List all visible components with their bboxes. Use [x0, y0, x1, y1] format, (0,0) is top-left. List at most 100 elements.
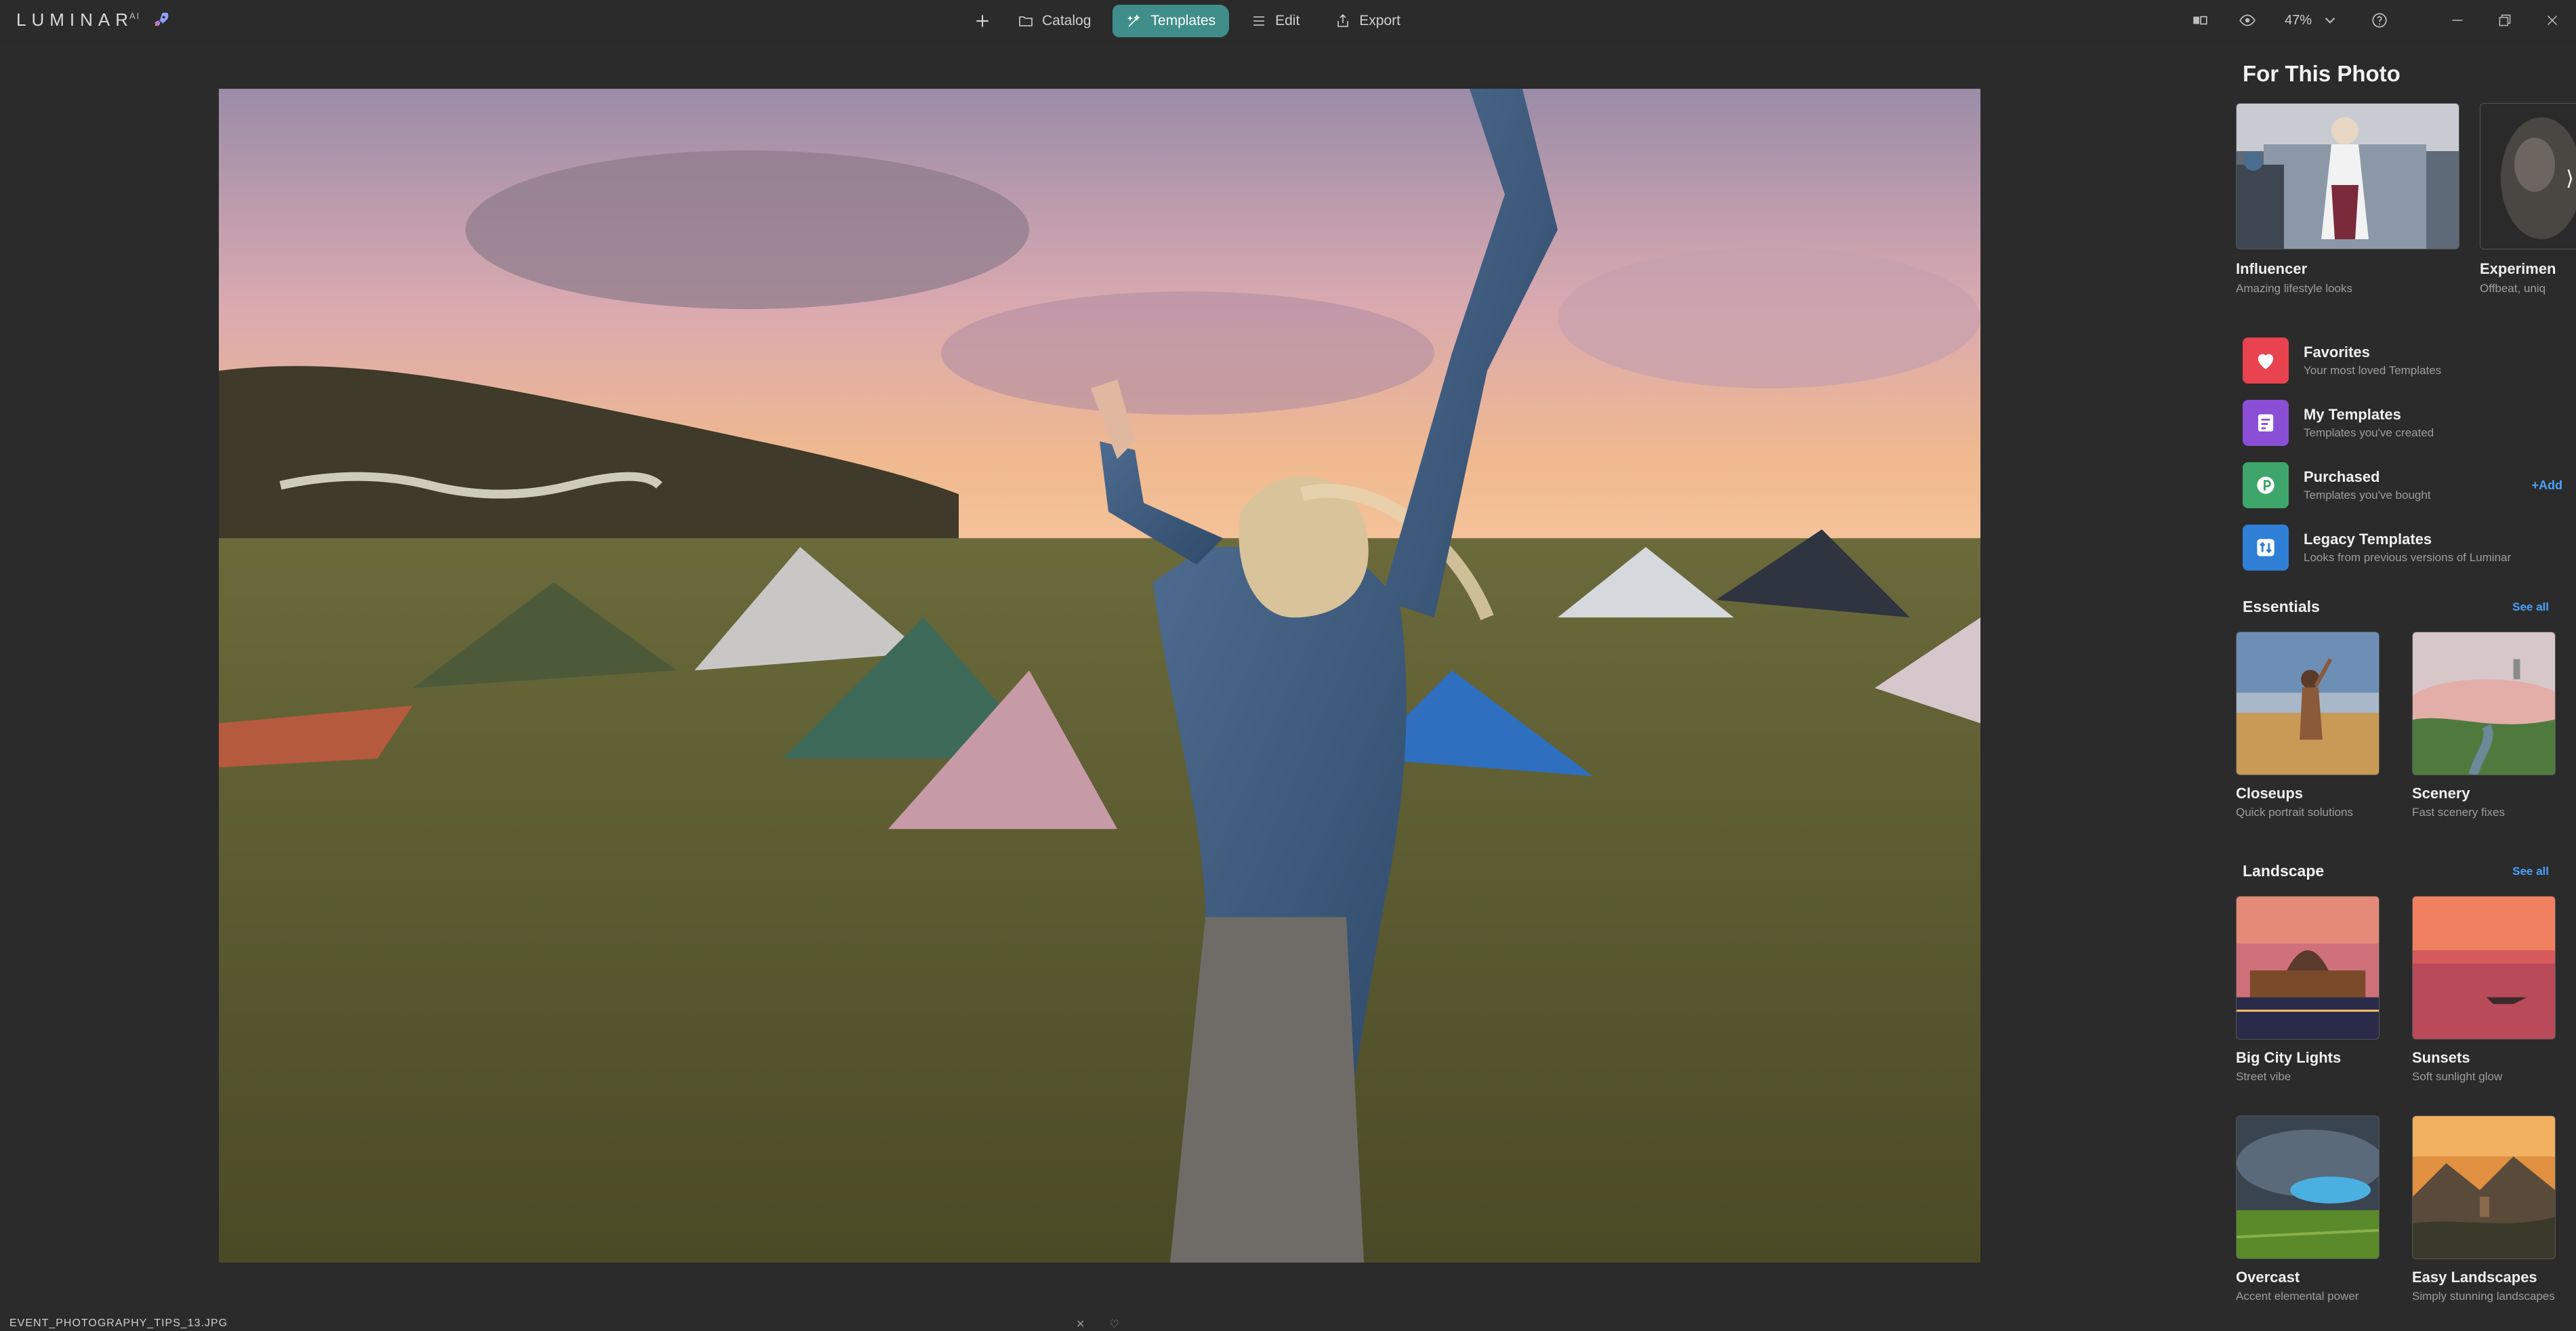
- favorite-icon[interactable]: ♡: [1109, 1317, 1119, 1331]
- template-thumbnail: [2236, 1115, 2380, 1259]
- overcast-thumbnail-image: [2237, 1116, 2379, 1258]
- minimize-button[interactable]: [2434, 0, 2481, 41]
- featured-title: Experimen: [2480, 260, 2556, 277]
- collection-favorites[interactable]: Favorites Your most loved Templates: [2243, 329, 2562, 392]
- collection-icon-tile: [2243, 525, 2289, 571]
- compare-button[interactable]: [2176, 0, 2224, 41]
- collection-icon-tile: [2243, 462, 2289, 508]
- main-nav: Catalog Templates Edit Export: [969, 4, 1414, 38]
- collection-subtitle: Your most loved Templates: [2304, 364, 2442, 377]
- template-subtitle: Simply stunning landscapes: [2412, 1290, 2555, 1303]
- template-card-sunsets[interactable]: Sunsets Soft sunlight glow: [2412, 896, 2556, 1084]
- close-button[interactable]: [2529, 0, 2576, 41]
- sunsets-thumbnail-image: [2413, 897, 2555, 1039]
- tab-edit[interactable]: Edit: [1237, 5, 1313, 37]
- influencer-thumbnail-image: [2237, 104, 2459, 249]
- template-card-overcast[interactable]: Overcast Accent elemental power: [2236, 1115, 2380, 1304]
- scenery-thumbnail-image: [2413, 632, 2555, 775]
- folder-icon: [1019, 16, 1033, 26]
- chevron-down-icon: [2325, 17, 2335, 24]
- app-logo: LUMINARAI: [16, 9, 141, 30]
- section-landscape-header: Landscape See all: [2243, 862, 2549, 880]
- collection-icon-tile: [2243, 400, 2289, 446]
- window-tools: 47%: [2176, 0, 2576, 41]
- preview-button[interactable]: [2224, 0, 2271, 41]
- template-title: Closeups: [2236, 785, 2304, 802]
- template-card-big-city-lights[interactable]: Big City Lights Street vibe: [2236, 896, 2380, 1084]
- close-icon: [2547, 15, 2558, 26]
- zoom-level: 47%: [2284, 12, 2312, 28]
- collection-subtitle: Looks from previous versions of Luminar: [2304, 551, 2512, 564]
- photo-actions: ✕ ♡: [1076, 1317, 1119, 1331]
- template-title: Sunsets: [2412, 1049, 2470, 1066]
- heart-icon: [2258, 354, 2274, 369]
- section-title: Landscape: [2243, 862, 2325, 880]
- template-subtitle: Fast scenery fixes: [2412, 806, 2505, 819]
- featured-card-experimental[interactable]: Experimen Offbeat, uniq: [2480, 103, 2576, 295]
- featured-subtitle: Amazing lifestyle looks: [2236, 282, 2352, 295]
- compare-icon: [2193, 16, 2207, 25]
- template-title: Easy Landscapes: [2412, 1269, 2537, 1286]
- see-all-essentials-link[interactable]: See all: [2512, 600, 2549, 614]
- collection-subtitle: Templates you've bought: [2304, 489, 2431, 501]
- template-thumbnail: [2412, 632, 2556, 775]
- template-title: Big City Lights: [2236, 1049, 2342, 1066]
- add-purchased-button[interactable]: +Add: [2531, 478, 2562, 493]
- tab-export[interactable]: Export: [1321, 5, 1414, 37]
- carousel-next-button[interactable]: ⟩: [2560, 161, 2576, 195]
- template-card-easy-landscapes[interactable]: Easy Landscapes Simply stunning landscap…: [2412, 1115, 2556, 1304]
- eye-icon: [2239, 14, 2256, 26]
- tab-label: Templates: [1150, 13, 1216, 28]
- template-card-scenery[interactable]: Scenery Fast scenery fixes: [2412, 632, 2556, 820]
- help-button[interactable]: [2352, 0, 2407, 41]
- template-title: Overcast: [2236, 1269, 2300, 1286]
- templates-icon: [1127, 14, 1141, 27]
- tab-templates[interactable]: Templates: [1113, 5, 1230, 37]
- main-photo[interactable]: [219, 89, 1980, 1263]
- collection-subtitle: Templates you've created: [2304, 426, 2434, 439]
- help-icon: [2372, 13, 2387, 28]
- minimize-icon: [2452, 20, 2463, 21]
- collection-legacy-templates[interactable]: Legacy Templates Looks from previous ver…: [2243, 516, 2562, 579]
- export-icon: [1337, 14, 1349, 27]
- restore-icon: [2499, 14, 2511, 26]
- collection-my-templates[interactable]: My Templates Templates you've created: [2243, 392, 2562, 454]
- featured-thumbnail: [2236, 103, 2459, 249]
- photo-filename: EVENT_PHOTOGRAPHY_TIPS_13.JPG: [9, 1317, 228, 1329]
- template-card-closeups[interactable]: Closeups Quick portrait solutions: [2236, 632, 2380, 820]
- collection-purchased[interactable]: Purchased Templates you've bought +Add: [2243, 454, 2562, 516]
- template-subtitle: Street vibe: [2236, 1070, 2291, 1083]
- chevron-right-icon: ⟩: [2566, 167, 2574, 190]
- featured-carousel: Influencer Amazing lifestyle looks Exper…: [2236, 103, 2576, 306]
- tab-catalog[interactable]: Catalog: [1004, 5, 1104, 37]
- collection-icon-tile: [2243, 337, 2289, 384]
- template-thumbnail: [2236, 632, 2380, 775]
- legacy-icon: [2257, 539, 2274, 556]
- zoom-dropdown[interactable]: 47%: [2271, 0, 2352, 41]
- featured-title: Influencer: [2236, 260, 2308, 277]
- reject-icon[interactable]: ✕: [1076, 1317, 1085, 1331]
- brand: LUMINARAI: [16, 9, 170, 30]
- template-collections: Favorites Your most loved Templates My T…: [2243, 329, 2562, 579]
- see-all-landscape-link[interactable]: See all: [2512, 865, 2549, 878]
- template-subtitle: Accent elemental power: [2236, 1290, 2359, 1303]
- tab-label: Catalog: [1042, 13, 1092, 28]
- maximize-button[interactable]: [2481, 0, 2529, 41]
- big-city-lights-thumbnail-image: [2237, 897, 2379, 1039]
- tab-label: Export: [1359, 13, 1400, 28]
- tab-label: Edit: [1275, 13, 1300, 28]
- template-list-icon: [2258, 414, 2274, 432]
- collection-title: Favorites: [2304, 344, 2370, 361]
- easy-landscapes-thumbnail-image: [2413, 1116, 2555, 1258]
- photo-image: [219, 89, 1980, 1263]
- template-thumbnail: [2412, 1115, 2556, 1259]
- template-title: Scenery: [2412, 785, 2470, 802]
- collection-title: Legacy Templates: [2304, 531, 2432, 548]
- add-photos-button[interactable]: [969, 7, 996, 35]
- panel-title: For This Photo: [2243, 61, 2401, 86]
- rocket-icon[interactable]: [151, 11, 170, 30]
- templates-panel: For This Photo Influencer Amazing lifest…: [2216, 42, 2576, 1328]
- template-subtitle: Soft sunlight glow: [2412, 1070, 2503, 1083]
- sliders-icon: [1253, 16, 1265, 26]
- featured-card-influencer[interactable]: Influencer Amazing lifestyle looks: [2236, 103, 2459, 295]
